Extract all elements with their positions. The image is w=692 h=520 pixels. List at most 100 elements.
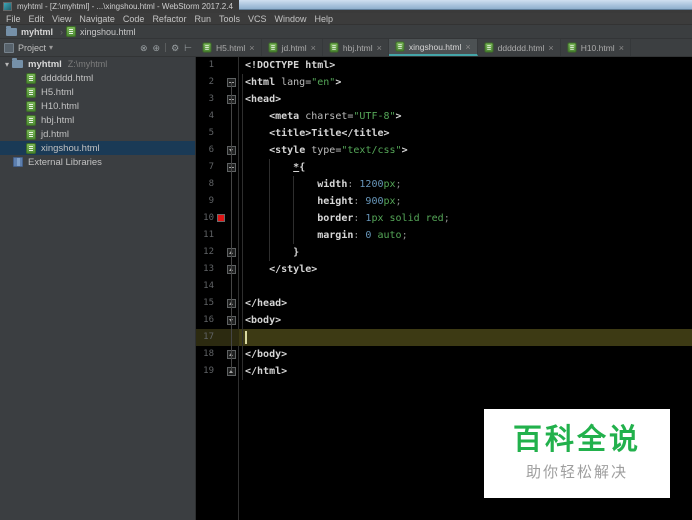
menu-item-code[interactable]: Code xyxy=(119,13,149,25)
hide-panel-icon[interactable]: ⊢ xyxy=(184,43,192,53)
menu-item-run[interactable]: Run xyxy=(190,13,215,25)
project-tree-item-h10-html[interactable]: H10.html xyxy=(0,99,195,113)
project-panel-toolbar: ⊗ ⊕ ⚙ ⊢ xyxy=(135,43,192,53)
html-file-icon xyxy=(26,128,36,140)
code-line[interactable]: <title>Title</title> xyxy=(239,125,692,142)
editor-tab-H5.html[interactable]: H5.html × xyxy=(196,39,262,56)
project-tree-item-hbj-html[interactable]: hbj.html xyxy=(0,113,195,127)
menu-item-refactor[interactable]: Refactor xyxy=(148,13,190,25)
code-token: type= xyxy=(311,145,342,156)
menu-item-vcs[interactable]: VCS xyxy=(244,13,271,25)
code-token: <body> xyxy=(245,315,282,326)
breadcrumb-label: myhtml xyxy=(21,26,54,37)
editor[interactable]: 1 2 3 4 5 6 7 8 9 10 11 12 13 14 15 16 17 18 19 <!DOCTYPE … xyxy=(196,57,692,520)
menu-item-navigate[interactable]: Navigate xyxy=(75,13,119,25)
tree-item-label: H10.html xyxy=(41,100,80,112)
code-token: : xyxy=(353,196,366,207)
breadcrumb-label: xingshou.html xyxy=(80,26,136,37)
project-tree-item-jd-html[interactable]: jd.html xyxy=(0,127,195,141)
locate-icon[interactable]: ⊕ xyxy=(153,43,161,53)
tree-item-label: hbj.html xyxy=(41,114,75,126)
project-tree-item-myhtml[interactable]: ▾ myhtml Z:\myhtml xyxy=(0,57,195,71)
code-token: > xyxy=(401,145,408,156)
code-line[interactable]: <head> xyxy=(239,91,692,108)
collapse-all-icon[interactable]: ⊗ xyxy=(140,43,148,53)
editor-gutter: 1 2 3 4 5 6 7 8 9 10 11 12 13 14 15 16 17 18 19 xyxy=(196,57,239,520)
breadcrumb-item[interactable]: myhtml xyxy=(6,25,54,37)
close-icon[interactable]: × xyxy=(311,43,316,53)
code-line[interactable]: <body> xyxy=(239,312,692,329)
text-caret xyxy=(245,330,247,344)
code-line[interactable]: <style type="text/css"> xyxy=(239,142,692,159)
project-tree-item-dddddd-html[interactable]: dddddd.html xyxy=(0,71,195,85)
code-token: </head> xyxy=(245,298,288,309)
background-window-strip xyxy=(238,0,692,10)
chevron-right-icon: › xyxy=(60,26,64,37)
code-token: : xyxy=(353,213,366,224)
project-tool-window-icon xyxy=(4,42,14,53)
code-token: <head> xyxy=(245,94,282,105)
breadcrumb-item[interactable]: xingshou.html xyxy=(66,26,136,37)
close-icon[interactable]: × xyxy=(249,43,254,53)
folder-icon xyxy=(12,58,23,68)
menu-item-edit[interactable]: Edit xyxy=(25,13,49,25)
html-file-icon xyxy=(202,42,212,53)
settings-icon[interactable]: ⚙ xyxy=(171,43,179,53)
tree-item-path: Z:\myhtml xyxy=(67,59,108,69)
code-line[interactable]: width: 1200px; xyxy=(239,176,692,193)
code-line[interactable]: </style> xyxy=(239,261,692,278)
html-file-icon xyxy=(484,42,494,53)
line-number: 15 xyxy=(203,298,214,308)
code-line[interactable]: </html> xyxy=(239,363,692,380)
folder-icon xyxy=(6,25,17,36)
close-icon[interactable]: × xyxy=(465,42,470,52)
project-panel-title[interactable]: Project xyxy=(18,43,46,53)
project-tree-item-xingshou-html[interactable]: xingshou.html xyxy=(0,141,195,155)
code-line[interactable]: <meta charset="UTF-8"> xyxy=(239,108,692,125)
color-swatch-red[interactable] xyxy=(217,214,225,222)
code-line[interactable] xyxy=(239,329,692,346)
project-tree-item-external-libraries[interactable]: External Libraries xyxy=(0,155,195,169)
code-line[interactable]: height: 900px; xyxy=(239,193,692,210)
close-icon[interactable]: × xyxy=(619,43,624,53)
html-file-icon xyxy=(66,26,77,37)
tab-label: dddddd.html xyxy=(497,42,545,53)
menu-item-view[interactable]: View xyxy=(48,13,75,25)
code-line[interactable]: <!DOCTYPE html> xyxy=(239,57,692,74)
project-tree-item-h5-html[interactable]: H5.html xyxy=(0,85,195,99)
code-line[interactable]: </head> xyxy=(239,295,692,312)
editor-tab-H10.html[interactable]: H10.html × xyxy=(561,39,631,56)
code-line[interactable]: <html lang="en"> xyxy=(239,74,692,91)
tree-item-label: myhtml xyxy=(28,58,62,70)
chevron-expanded-icon[interactable]: ▾ xyxy=(2,60,12,69)
project-panel-header: Project ▾ ⊗ ⊕ ⚙ ⊢ xyxy=(0,39,196,57)
html-file-icon xyxy=(567,42,577,53)
code-token: ; xyxy=(395,179,402,190)
menu-item-tools[interactable]: Tools xyxy=(215,13,244,25)
editor-tab-hbj.html[interactable]: hbj.html × xyxy=(323,39,389,56)
editor-tab-dddddd.html[interactable]: dddddd.html × xyxy=(478,39,561,56)
menu-item-help[interactable]: Help xyxy=(311,13,338,25)
close-icon[interactable]: × xyxy=(377,43,382,53)
code-line[interactable]: border: 1px solid red; xyxy=(239,210,692,227)
code-line[interactable]: *{ xyxy=(239,159,692,176)
chevron-down-icon[interactable]: ▾ xyxy=(49,43,53,52)
code-token: </title> xyxy=(341,128,390,139)
code-line[interactable]: </body> xyxy=(239,346,692,363)
editor-tab-xingshou.html[interactable]: xingshou.html × xyxy=(388,39,478,56)
code-line[interactable]: } xyxy=(239,244,692,261)
html-file-icon xyxy=(268,42,278,53)
top-row: Project ▾ ⊗ ⊕ ⚙ ⊢ H5.html × jd.html × hbj.html ×… xyxy=(0,39,692,57)
menu-item-window[interactable]: Window xyxy=(271,13,311,25)
editor-tab-jd.html[interactable]: jd.html × xyxy=(262,39,323,56)
close-icon[interactable]: × xyxy=(548,43,553,53)
menu-item-file[interactable]: File xyxy=(2,13,25,25)
code-line[interactable]: margin: 0 auto; xyxy=(239,227,692,244)
code-line[interactable] xyxy=(239,278,692,295)
code-token: 1200 xyxy=(359,179,384,190)
code-token: ; xyxy=(443,213,450,224)
